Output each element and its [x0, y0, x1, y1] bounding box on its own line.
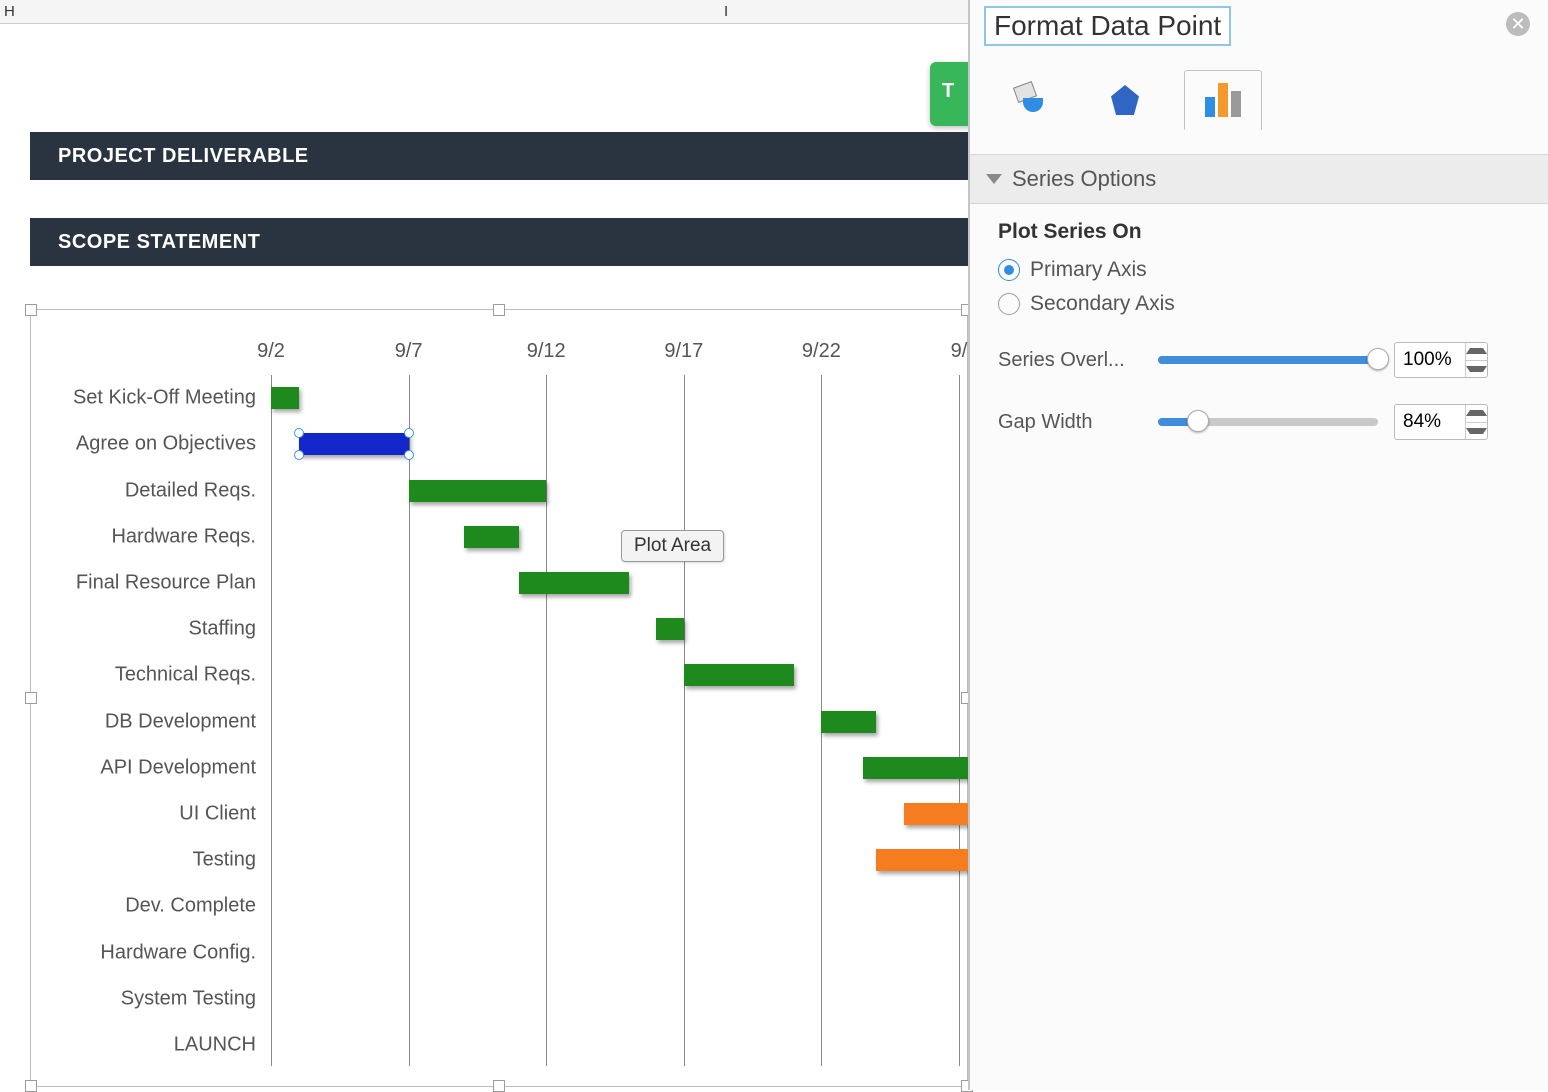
gantt-bar[interactable]: [684, 664, 794, 686]
gridline: [271, 375, 272, 1066]
pane-tabs: [988, 70, 1262, 130]
gridline: [684, 375, 685, 1066]
x-tick-label: 9/12: [516, 340, 576, 363]
stepper-down[interactable]: [1466, 361, 1487, 378]
column-label-h[interactable]: H: [4, 0, 15, 24]
radio-primary-label: Primary Axis: [1030, 258, 1147, 282]
worksheet-area[interactable]: T PROJECT DELIVERABLE SCOPE STATEMENT 9/…: [0, 24, 968, 1090]
selection-handle[interactable]: [294, 428, 304, 438]
paint-bucket-icon: [1009, 82, 1045, 118]
selection-handle[interactable]: [404, 428, 414, 438]
resize-handle[interactable]: [25, 304, 37, 316]
selection-handle[interactable]: [404, 450, 414, 460]
series-overlap-row: Series Overl... 100%: [998, 342, 1528, 378]
x-tick-label: 9/7: [379, 340, 439, 363]
green-button-label: T: [942, 80, 954, 103]
y-category-label: System Testing: [41, 987, 256, 1010]
format-pane: Format Data Point ✕ Series Options Plot …: [968, 0, 1548, 1090]
bar-chart-icon: [1205, 83, 1241, 117]
y-category-label: Final Resource Plan: [41, 571, 256, 594]
tab-fill-line[interactable]: [988, 70, 1066, 130]
gap-width-stepper[interactable]: 84%: [1394, 404, 1488, 440]
x-tick-label: 9/22: [791, 340, 851, 363]
y-category-label: UI Client: [41, 802, 256, 825]
y-category-label: Detailed Reqs.: [41, 479, 256, 502]
pane-title-text: Format Data Point: [994, 10, 1221, 41]
plot-area[interactable]: [271, 375, 957, 1066]
section-project-deliverable: PROJECT DELIVERABLE: [30, 132, 968, 180]
radio-icon: [998, 293, 1020, 315]
section-project-deliverable-label: PROJECT DELIVERABLE: [58, 145, 309, 168]
resize-handle[interactable]: [25, 1080, 37, 1092]
y-category-label: API Development: [41, 756, 256, 779]
section-scope-statement-label: SCOPE STATEMENT: [58, 231, 260, 254]
chart-object[interactable]: 9/29/79/129/179/229/ Set Kick-Off Meetin…: [30, 309, 968, 1087]
series-options-label: Series Options: [1012, 166, 1156, 192]
gantt-bar[interactable]: [821, 711, 876, 733]
tooltip-label: Plot Area: [634, 535, 711, 556]
gantt-bar[interactable]: [863, 757, 973, 779]
chart-inner: 9/29/79/129/179/229/ Set Kick-Off Meetin…: [41, 320, 957, 1076]
gridline: [546, 375, 547, 1066]
section-scope-statement: SCOPE STATEMENT: [30, 218, 968, 266]
pentagon-icon: [1111, 85, 1139, 115]
plot-area-tooltip: Plot Area: [621, 530, 724, 562]
radio-secondary-axis[interactable]: Secondary Axis: [998, 292, 1528, 316]
gridline: [959, 375, 960, 1066]
y-category-label: Set Kick-Off Meeting: [41, 387, 256, 410]
y-category-label: Hardware Reqs.: [41, 525, 256, 548]
gap-width-row: Gap Width 84%: [998, 404, 1528, 440]
close-icon[interactable]: ✕: [1506, 12, 1530, 36]
gantt-bar[interactable]: [299, 433, 409, 455]
gantt-bar[interactable]: [464, 526, 519, 548]
y-category-label: LAUNCH: [41, 1033, 256, 1056]
y-category-label: Testing: [41, 849, 256, 872]
series-options-header[interactable]: Series Options: [970, 154, 1548, 204]
x-axis-labels: 9/29/79/129/179/229/: [271, 340, 957, 370]
pane-title-input[interactable]: Format Data Point: [984, 6, 1231, 46]
stepper-down[interactable]: [1466, 423, 1487, 440]
radio-icon: [998, 259, 1020, 281]
radio-secondary-label: Secondary Axis: [1030, 292, 1175, 316]
series-overlap-slider[interactable]: [1158, 356, 1378, 364]
y-category-label: Hardware Config.: [41, 941, 256, 964]
gap-width-label: Gap Width: [998, 411, 1158, 434]
tab-effects[interactable]: [1086, 70, 1164, 130]
radio-primary-axis[interactable]: Primary Axis: [998, 258, 1528, 282]
y-category-label: Staffing: [41, 618, 256, 641]
series-overlap-label: Series Overl...: [998, 349, 1158, 372]
tab-series-options[interactable]: [1184, 70, 1262, 130]
gap-width-slider[interactable]: [1158, 418, 1378, 426]
plot-series-on-label: Plot Series On: [998, 220, 1528, 244]
gantt-bar[interactable]: [409, 480, 547, 502]
gantt-bar[interactable]: [519, 572, 629, 594]
resize-handle[interactable]: [493, 1080, 505, 1092]
column-headers: H I: [0, 0, 968, 24]
y-category-label: DB Development: [41, 710, 256, 733]
x-tick-label: 9/17: [654, 340, 714, 363]
series-overlap-stepper[interactable]: 100%: [1394, 342, 1488, 378]
gantt-bar[interactable]: [656, 618, 684, 640]
gap-width-value[interactable]: 84%: [1395, 405, 1465, 439]
column-label-i[interactable]: I: [724, 0, 728, 24]
x-tick-label: 9/2: [241, 340, 301, 363]
stepper-up[interactable]: [1466, 343, 1487, 361]
series-options-form: Plot Series On Primary Axis Secondary Ax…: [998, 220, 1528, 440]
y-category-label: Agree on Objectives: [41, 433, 256, 456]
series-overlap-value[interactable]: 100%: [1395, 343, 1465, 377]
resize-handle[interactable]: [493, 304, 505, 316]
stepper-up[interactable]: [1466, 405, 1487, 423]
resize-handle[interactable]: [25, 692, 37, 704]
gantt-bar[interactable]: [271, 387, 299, 409]
y-category-label: Dev. Complete: [41, 895, 256, 918]
y-category-label: Technical Reqs.: [41, 664, 256, 687]
y-axis-labels: Set Kick-Off Meeting Agree on Objectives D…: [41, 375, 266, 1066]
selection-handle[interactable]: [294, 450, 304, 460]
chevron-down-icon: [986, 174, 1002, 184]
